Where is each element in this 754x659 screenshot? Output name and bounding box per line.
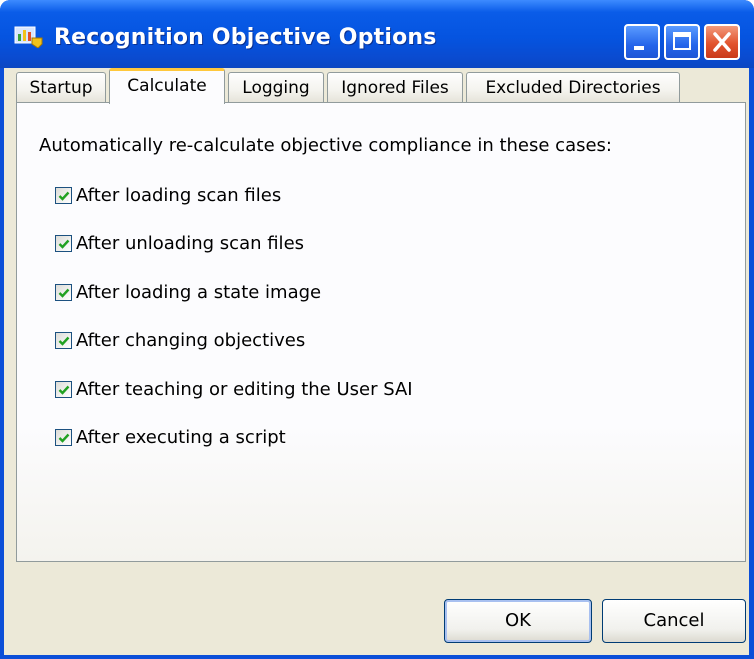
checkbox[interactable]: [55, 380, 72, 398]
checkbox-label: After teaching or editing the User SAI: [76, 378, 413, 400]
ok-button[interactable]: OK: [444, 599, 592, 643]
checkbox-label: After loading a state image: [76, 281, 322, 303]
minimize-icon: [634, 46, 644, 50]
checkbox-label: After loading scan files: [76, 184, 282, 206]
checkbox[interactable]: [55, 331, 72, 349]
checkbox[interactable]: [55, 186, 72, 204]
window-title: Recognition Objective Options: [54, 25, 437, 50]
maximize-button[interactable]: [664, 24, 700, 60]
option-after-loading-scan-files[interactable]: After loading scan files: [55, 183, 281, 207]
intro-text: Automatically re-calculate objective com…: [39, 135, 612, 156]
cancel-button[interactable]: Cancel: [602, 599, 746, 643]
close-icon: [713, 32, 731, 52]
maximize-icon: [673, 32, 691, 50]
close-button[interactable]: [704, 24, 740, 60]
option-after-loading-state-image[interactable]: After loading a state image: [55, 280, 321, 304]
tab-calculate[interactable]: Calculate: [109, 68, 225, 104]
check-mark-icon: [58, 288, 70, 298]
option-after-executing-script[interactable]: After executing a script: [55, 425, 286, 449]
dialog-client-area: Startup Calculate Logging Ignored Files …: [4, 68, 749, 655]
option-after-unloading-scan-files[interactable]: After unloading scan files: [55, 231, 304, 255]
check-mark-icon: [58, 239, 70, 249]
check-mark-icon: [58, 336, 70, 346]
checkbox[interactable]: [55, 428, 72, 446]
checkbox-label: After executing a script: [76, 426, 286, 448]
minimize-button[interactable]: [624, 24, 660, 60]
checkbox-label: After unloading scan files: [76, 232, 305, 254]
tab-startup[interactable]: Startup: [16, 72, 106, 102]
tab-strip: Startup Calculate Logging Ignored Files …: [16, 68, 746, 104]
option-after-changing-objectives[interactable]: After changing objectives: [55, 328, 305, 352]
dialog-window: Recognition Objective Options Startup Ca…: [0, 0, 754, 659]
checkbox-label: After changing objectives: [76, 329, 306, 351]
check-mark-icon: [58, 385, 70, 395]
app-icon: [14, 26, 43, 48]
checkbox[interactable]: [55, 234, 72, 252]
check-mark-icon: [58, 191, 70, 201]
tab-ignored-files[interactable]: Ignored Files: [327, 72, 463, 102]
tab-logging[interactable]: Logging: [228, 72, 324, 102]
checkbox[interactable]: [55, 283, 72, 301]
calculate-tab-panel: Automatically re-calculate objective com…: [16, 102, 746, 562]
tab-excluded-directories[interactable]: Excluded Directories: [466, 72, 680, 102]
check-mark-icon: [58, 433, 70, 443]
option-after-teaching-or-editing-user-sai[interactable]: After teaching or editing the User SAI: [55, 377, 413, 401]
dialog-button-bar: OK Cancel: [4, 562, 749, 655]
title-bar[interactable]: Recognition Objective Options: [0, 0, 754, 68]
